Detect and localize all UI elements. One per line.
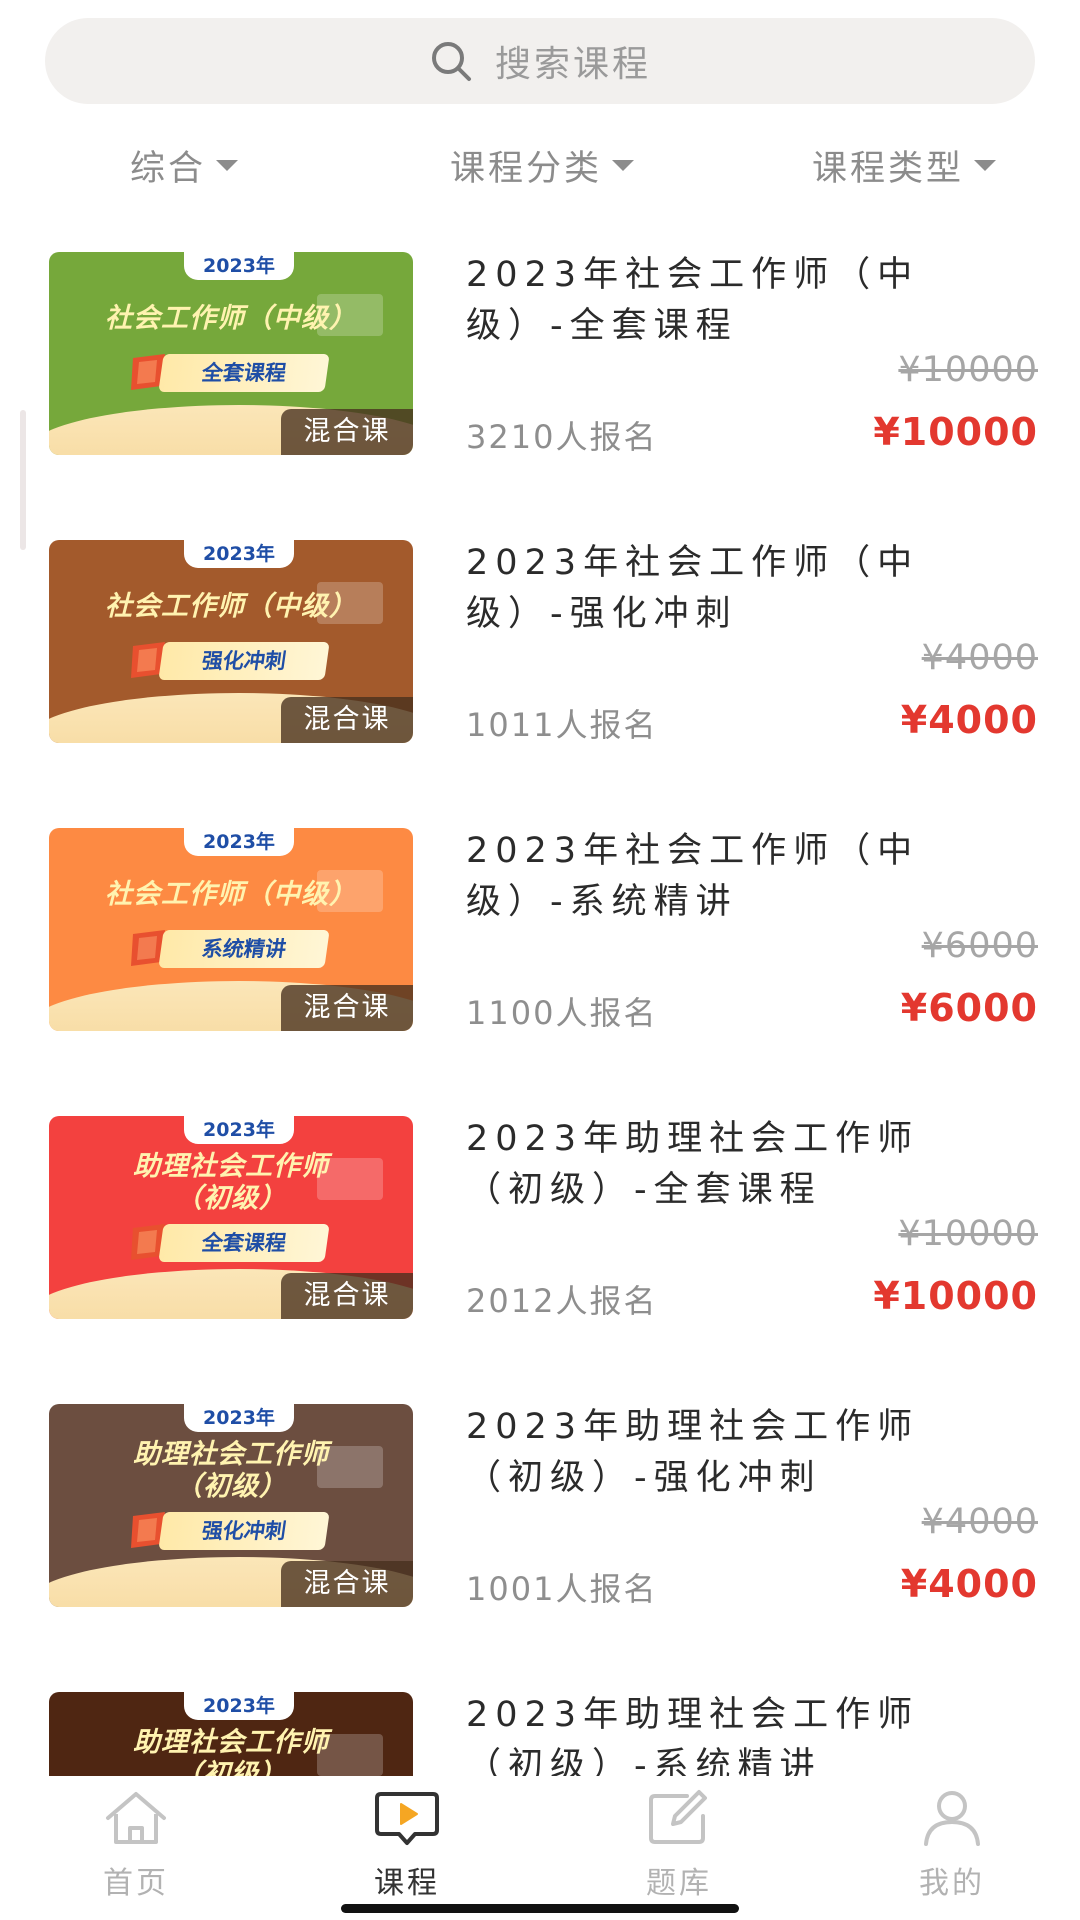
- enrollment-count: 1001人报名: [466, 1570, 658, 1608]
- course-thumbnail: 2023年 助理社会工作师 （初级） 全套课程 混合课: [49, 1116, 413, 1319]
- filter-bar: 综合 课程分类 课程类型: [0, 130, 1080, 200]
- enrollment-count: 3210人报名: [466, 418, 658, 456]
- enrollment-count: 1011人报名: [466, 706, 658, 744]
- thumbnail-title: 社会工作师（中级）: [105, 879, 357, 910]
- filter-course-type[interactable]: 课程类型: [812, 130, 997, 200]
- thumbnail-subtitle: 强化冲刺: [158, 1512, 330, 1550]
- thumbnail-year: 2023年: [184, 828, 294, 856]
- course-item[interactable]: 2023年 社会工作师（中级） 强化冲刺 混合课 2023年社会工作师（中级）-…: [0, 538, 1080, 826]
- course-thumbnail: 2023年 助理社会工作师 （初级） 强化冲刺 混合课: [49, 1404, 413, 1607]
- thumbnail-title: 助理社会工作师: [133, 1439, 329, 1470]
- current-price: ¥10000: [873, 1274, 1038, 1318]
- thumbnail-year: 2023年: [184, 252, 294, 280]
- tab-home-label: 首页: [103, 1866, 169, 1901]
- thumbnail-subtitle: 全套课程: [158, 354, 330, 392]
- thumbnail-year: 2023年: [184, 1404, 294, 1432]
- enrollment-count: 1100人报名: [466, 994, 658, 1032]
- course-type-badge: 混合课: [281, 1273, 413, 1319]
- thumbnail-year: 2023年: [184, 1116, 294, 1144]
- home-icon: [106, 1792, 166, 1844]
- course-title: 2023年助理社会工作师（初级）-强化冲刺: [466, 1407, 920, 1498]
- current-price: ¥10000: [873, 410, 1038, 454]
- tab-course[interactable]: 课程: [327, 1788, 487, 1901]
- course-type-badge: 混合课: [281, 1561, 413, 1607]
- course-title: 2023年社会工作师（中级）-全套课程: [466, 255, 920, 346]
- search-icon: [429, 39, 473, 83]
- current-price: ¥4000: [900, 1562, 1038, 1606]
- course-title: 2023年社会工作师（中级）-强化冲刺: [466, 543, 920, 634]
- filter-category-label: 课程分类: [450, 148, 603, 189]
- course-item[interactable]: 2023年 助理社会工作师 （初级） 2023年助理社会工作师（初级）-系统精讲: [0, 1690, 1080, 1776]
- chevron-down-icon: [612, 159, 635, 171]
- course-play-icon: [375, 1792, 439, 1845]
- course-item[interactable]: 2023年 社会工作师（中级） 全套课程 混合课 2023年社会工作师（中级）-…: [0, 250, 1080, 538]
- home-indicator[interactable]: [341, 1904, 739, 1913]
- enrollment-count: 2012人报名: [466, 1282, 658, 1320]
- filter-course-type-label: 课程类型: [812, 148, 965, 189]
- thumbnail-title-line2: （初级）: [175, 1759, 287, 1776]
- course-item[interactable]: 2023年 助理社会工作师 （初级） 全套课程 混合课 2023年助理社会工作师…: [0, 1114, 1080, 1402]
- course-thumbnail: 2023年 社会工作师（中级） 系统精讲 混合课: [49, 828, 413, 1031]
- course-title: 2023年社会工作师（中级）-系统精讲: [466, 831, 920, 922]
- course-type-badge: 混合课: [281, 985, 413, 1031]
- bottom-tab-bar: 首页 课程 题库 我的: [0, 1776, 1080, 1920]
- tab-question-bank[interactable]: 题库: [599, 1788, 759, 1901]
- tab-question-bank-label: 题库: [646, 1866, 712, 1901]
- thumbnail-subtitle: 系统精讲: [158, 930, 330, 968]
- course-title: 2023年助理社会工作师（初级）-全套课程: [466, 1119, 920, 1210]
- thumbnail-title: 社会工作师（中级）: [105, 591, 357, 622]
- course-thumbnail: 2023年 社会工作师（中级） 强化冲刺 混合课: [49, 540, 413, 743]
- course-title: 2023年助理社会工作师（初级）-系统精讲: [466, 1695, 920, 1776]
- thumbnail-title: 助理社会工作师: [133, 1727, 329, 1758]
- original-price: ¥4000: [921, 638, 1038, 678]
- filter-category[interactable]: 课程分类: [450, 130, 635, 200]
- thumbnail-year: 2023年: [184, 1692, 294, 1720]
- tab-course-label: 课程: [374, 1866, 440, 1901]
- thumbnail-title-line2: （初级）: [175, 1183, 287, 1214]
- tab-mine-label: 我的: [919, 1866, 985, 1901]
- course-list-page: 搜索课程 综合 课程分类 课程类型 2023年 社会工作师（中级） 全套课程 混…: [0, 0, 1080, 1920]
- course-list: 2023年 社会工作师（中级） 全套课程 混合课 2023年社会工作师（中级）-…: [0, 248, 1080, 1776]
- filter-sort-label: 综合: [130, 148, 207, 189]
- original-price: ¥10000: [898, 1214, 1038, 1254]
- chevron-down-icon: [974, 159, 997, 171]
- edit-note-icon: [649, 1790, 707, 1844]
- course-item[interactable]: 2023年 助理社会工作师 （初级） 强化冲刺 混合课 2023年助理社会工作师…: [0, 1402, 1080, 1690]
- tab-mine[interactable]: 我的: [872, 1788, 1032, 1901]
- thumbnail-year: 2023年: [184, 540, 294, 568]
- original-price: ¥4000: [921, 1502, 1038, 1542]
- original-price: ¥10000: [898, 350, 1038, 390]
- course-thumbnail: 2023年 社会工作师（中级） 全套课程 混合课: [49, 252, 413, 455]
- search-bar[interactable]: 搜索课程: [45, 18, 1035, 104]
- course-thumbnail: 2023年 助理社会工作师 （初级）: [49, 1692, 413, 1776]
- user-icon: [924, 1791, 980, 1846]
- thumbnail-title: 社会工作师（中级）: [105, 303, 357, 334]
- course-item[interactable]: 2023年 社会工作师（中级） 系统精讲 混合课 2023年社会工作师（中级）-…: [0, 826, 1080, 1114]
- search-placeholder: 搜索课程: [494, 44, 651, 85]
- chevron-down-icon: [216, 159, 239, 171]
- course-type-badge: 混合课: [281, 697, 413, 743]
- course-type-badge: 混合课: [281, 409, 413, 455]
- current-price: ¥6000: [900, 986, 1038, 1030]
- current-price: ¥4000: [900, 698, 1038, 742]
- thumbnail-title-line2: （初级）: [175, 1471, 287, 1502]
- original-price: ¥6000: [921, 926, 1038, 966]
- thumbnail-subtitle: 全套课程: [158, 1224, 330, 1262]
- thumbnail-title: 助理社会工作师: [133, 1151, 329, 1182]
- filter-sort[interactable]: 综合: [130, 130, 239, 200]
- thumbnail-subtitle: 强化冲刺: [158, 642, 330, 680]
- tab-home[interactable]: 首页: [56, 1788, 216, 1901]
